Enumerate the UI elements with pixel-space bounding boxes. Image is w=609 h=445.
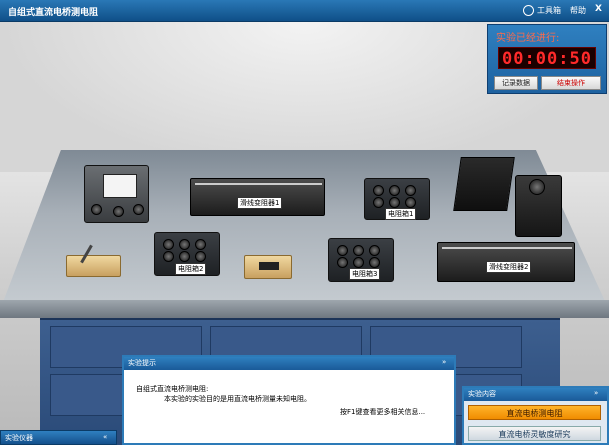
hint-more-info: 按F1键查看更多相关信息... — [340, 408, 426, 416]
resistance-box-3-label: 电阻箱3 — [349, 268, 381, 280]
experiment-content-panel: 实验内容 » 直流电桥测电阻 直流电桥灵敏度研究 — [462, 386, 609, 445]
instrument-panel-header[interactable]: 实验仪器 « — [0, 430, 117, 445]
timer-label: 实验已经进行: — [496, 33, 560, 44]
hint-heading: 自组式直流电桥测电阻: — [136, 385, 209, 393]
hint-panel-title: 实验提示 — [128, 359, 156, 367]
hint-panel: 实验提示 » 自组式直流电桥测电阻: 本实验的实验目的是用直流电桥测量未知电阻。… — [122, 355, 456, 445]
resistance-box-1[interactable]: 电阻箱1 — [364, 178, 430, 220]
end-operation-button[interactable]: 结束操作 — [541, 76, 601, 90]
resistance-box-3[interactable]: 电阻箱3 — [328, 238, 394, 282]
resistance-box-2[interactable]: 电阻箱2 — [154, 232, 220, 276]
chevron-up-icon[interactable]: « — [103, 433, 107, 441]
toolbox-label: 工具箱 — [537, 6, 561, 15]
power-supply[interactable] — [453, 157, 562, 237]
help-button[interactable]: 帮助 — [570, 5, 586, 16]
content-item-bridge-sensitivity[interactable]: 直流电桥灵敏度研究 — [468, 426, 601, 441]
rheostat-2-label: 滑线变阻器2 — [486, 261, 532, 273]
resistance-box-1-label: 电阻箱1 — [385, 208, 417, 220]
timer-panel: 实验已经进行: 00:00:50 记录数据 结束操作 — [487, 24, 607, 94]
title-bar: 自组式直流电桥测电阻 工具箱 帮助 X — [0, 0, 609, 22]
close-icon[interactable]: X — [595, 4, 602, 14]
toolbox-button[interactable]: 工具箱 — [523, 5, 561, 16]
record-data-button[interactable]: 记录数据 — [494, 76, 538, 90]
lab-table-edge — [0, 300, 609, 318]
hint-body: 本实验的实验目的是用直流电桥测量未知电阻。 — [164, 395, 311, 403]
galvanometer[interactable] — [84, 165, 149, 223]
instrument-panel-title: 实验仪器 — [5, 434, 33, 442]
chevron-down-icon[interactable]: » — [594, 389, 598, 397]
chevron-down-icon[interactable]: » — [442, 358, 446, 366]
hint-panel-header: 实验提示 » — [124, 357, 454, 370]
content-panel-title: 实验内容 — [468, 390, 496, 398]
unknown-resistor[interactable] — [244, 255, 292, 279]
resistance-box-2-label: 电阻箱2 — [175, 263, 207, 275]
key-switch[interactable] — [66, 244, 121, 277]
slide-rheostat-1[interactable]: 滑线变阻器1 — [190, 178, 325, 216]
rheostat-1-label: 滑线变阻器1 — [237, 197, 283, 209]
timer-display: 00:00:50 — [498, 47, 596, 69]
slide-rheostat-2[interactable]: 滑线变阻器2 — [437, 242, 575, 282]
content-panel-header: 实验内容 » — [464, 388, 607, 401]
gear-icon — [523, 5, 534, 16]
content-item-bridge-resistance[interactable]: 直流电桥测电阻 — [468, 405, 601, 420]
window-title: 自组式直流电桥测电阻 — [8, 8, 99, 18]
